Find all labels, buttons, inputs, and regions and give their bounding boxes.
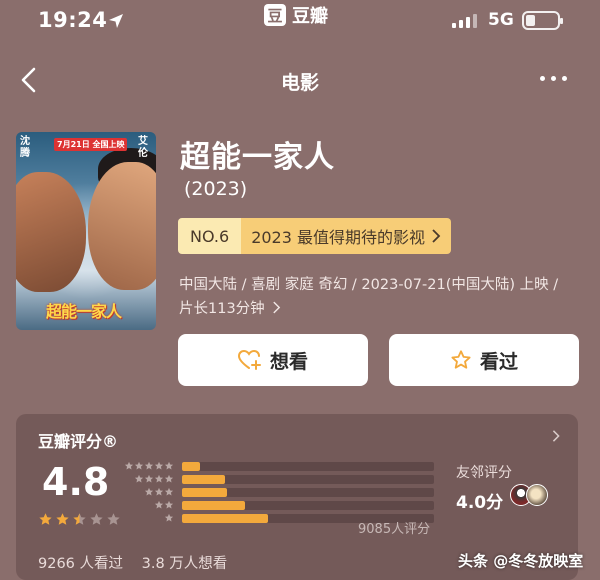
star-full-icon <box>154 500 164 509</box>
star-full-icon <box>164 461 174 470</box>
star-full-icon <box>134 461 144 470</box>
ranking-badge[interactable]: NO.6 2023 最值得期待的影视 <box>178 218 451 254</box>
rating-bar-fill <box>182 461 200 471</box>
rating-bar-row <box>124 460 434 472</box>
rating-bar-fill <box>182 513 268 523</box>
row-stars <box>124 474 174 484</box>
star-full-icon <box>154 461 164 470</box>
watermark: 头条 @冬冬放映室 <box>458 552 584 570</box>
rating-stars <box>38 512 121 527</box>
star-full-icon <box>39 513 52 525</box>
star-full-icon <box>144 474 154 483</box>
want-label: 想看 <box>269 350 308 373</box>
star-full-icon <box>164 500 174 509</box>
status-bar: 19:24 豆 豆瓣 5G <box>0 0 600 44</box>
avatar <box>526 484 548 506</box>
rating-bar-track <box>182 461 434 471</box>
friend-avatars[interactable] <box>510 484 548 506</box>
rating-bar-fill <box>182 474 225 484</box>
movie-meta-text: 中国大陆 / 喜剧 家庭 奇幻 / 2023-07-21(中国大陆) 上映 / … <box>179 277 559 317</box>
movie-year: (2023) <box>184 178 248 200</box>
row-stars <box>124 513 174 523</box>
rating-score: 4.8 <box>42 460 110 504</box>
poster-date-badge: 7月21日 全国上映 <box>54 138 128 151</box>
star-full-icon <box>164 474 174 483</box>
star-full-icon <box>124 461 134 470</box>
chevron-right-icon <box>273 301 281 314</box>
friend-rating-label: 友邻评分 <box>456 465 512 481</box>
star-outline-icon <box>451 350 471 369</box>
star-full-icon <box>154 487 164 496</box>
more-options-icon[interactable] <box>540 76 567 81</box>
star-empty-icon <box>107 513 120 525</box>
ranking-number: NO.6 <box>178 218 242 254</box>
want-to-watch-button[interactable]: 想看 <box>178 334 368 386</box>
poster-title-art: 超能一家人 <box>46 302 122 321</box>
row-stars <box>124 487 174 497</box>
douban-logo-icon: 豆 <box>264 4 286 26</box>
rating-bar-row <box>124 486 434 498</box>
star-full-icon <box>56 513 69 525</box>
movie-title: 超能一家人 <box>180 140 335 175</box>
status-time: 19:24 <box>38 8 108 32</box>
signal-icon <box>452 14 477 28</box>
ranking-text-wrap: 2023 最值得期待的影视 <box>241 218 451 254</box>
row-stars <box>124 461 174 471</box>
ranking-text: 2023 最值得期待的影视 <box>251 228 425 247</box>
vote-count: 9085人评分 <box>358 522 431 537</box>
star-full-icon <box>164 513 174 522</box>
page-title: 电影 <box>280 72 319 94</box>
app-brand: 豆 豆瓣 <box>264 2 328 28</box>
rating-bar-track <box>182 474 434 484</box>
seen-label: 看过 <box>479 350 518 373</box>
heart-add-icon <box>237 349 261 370</box>
star-empty-icon <box>90 513 103 525</box>
poster-cast-left: 沈腾 <box>20 136 30 159</box>
star-full-icon <box>154 474 164 483</box>
movie-poster[interactable]: 沈腾 艾伦 7月21日 全国上映 超能一家人 <box>16 132 156 330</box>
star-full-icon <box>144 487 154 496</box>
poster-face-right <box>88 162 156 290</box>
rating-bar-fill <box>182 500 245 510</box>
rating-title: 豆瓣评分® <box>38 432 119 451</box>
seen-button[interactable]: 看过 <box>389 334 579 386</box>
brand-name: 豆瓣 <box>292 6 328 27</box>
star-half-icon <box>73 513 86 525</box>
chevron-right-icon <box>432 229 441 243</box>
star-full-icon <box>144 461 154 470</box>
friend-rating-score: 4.0分 <box>456 493 504 513</box>
network-type: 5G <box>488 10 514 30</box>
rating-bar-row <box>124 499 434 511</box>
watch-counts: 9266 人看过 3.8 万人想看 <box>38 552 227 573</box>
rating-bar-fill <box>182 487 228 497</box>
star-full-icon <box>134 474 144 483</box>
rating-bar-track <box>182 487 434 497</box>
star-full-icon <box>164 487 174 496</box>
seen-count: 9266 人看过 <box>38 556 124 572</box>
location-arrow-icon <box>109 14 123 28</box>
rating-distribution <box>124 460 434 525</box>
chevron-right-icon[interactable] <box>550 430 562 442</box>
battery-icon <box>522 11 563 30</box>
rating-bar-row <box>124 473 434 485</box>
rating-bar-track <box>182 500 434 510</box>
movie-meta[interactable]: 中国大陆 / 喜剧 家庭 奇幻 / 2023-07-21(中国大陆) 上映 / … <box>179 273 571 321</box>
want-count: 3.8 万人想看 <box>141 556 228 572</box>
poster-cast-right: 艾伦 <box>138 136 148 159</box>
row-stars <box>124 500 174 510</box>
